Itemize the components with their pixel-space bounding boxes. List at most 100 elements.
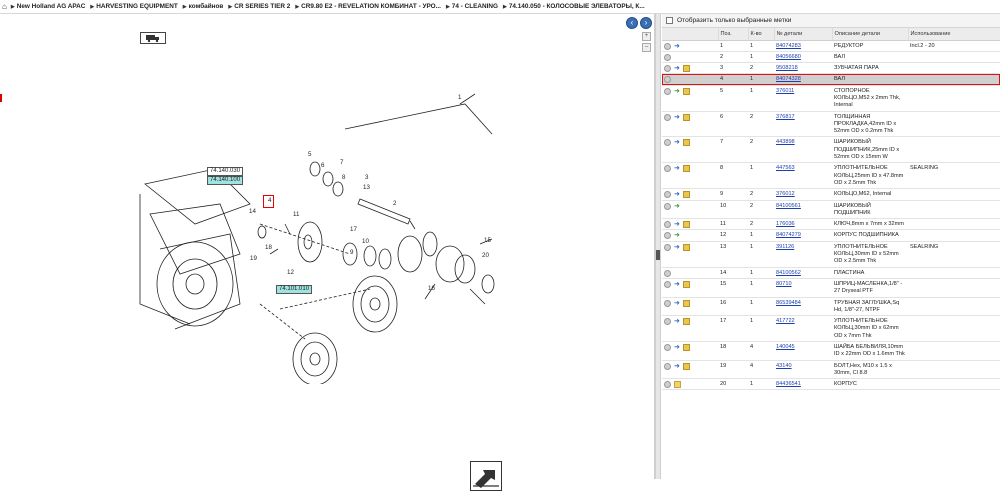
- cart-icon[interactable]: ➜: [674, 191, 680, 198]
- add-to-list-icon[interactable]: [664, 53, 671, 61]
- row-part-number-text[interactable]: 84436541: [776, 381, 801, 387]
- add-to-list-icon[interactable]: [664, 269, 671, 277]
- cart-icon[interactable]: ➜: [674, 318, 680, 325]
- part-label[interactable]: 12: [287, 269, 294, 276]
- add-to-list-icon[interactable]: [664, 362, 671, 370]
- part-label[interactable]: 4: [268, 197, 271, 204]
- callout-74-101-010[interactable]: 74.101.010: [276, 285, 313, 294]
- row-part-number-text[interactable]: 84100561: [776, 203, 801, 209]
- table-row[interactable]: ➜ 15 1 80710 ШПРИЦ-МАСЛЕНКА,1/8" - 27 Drysea…: [662, 278, 1000, 298]
- part-label[interactable]: 11: [293, 211, 299, 218]
- row-part-number[interactable]: 447563: [774, 162, 832, 190]
- row-part-number[interactable]: 80710: [774, 278, 832, 298]
- add-to-list-icon[interactable]: [664, 381, 671, 389]
- vehicle-info-button[interactable]: [140, 32, 166, 44]
- table-row[interactable]: ➜ 16 1 86539484 ТРУБНАЯ ЗАГЛУШКА,Sq Hd, 1/8"…: [662, 297, 1000, 317]
- add-to-list-icon[interactable]: [664, 139, 671, 147]
- table-row[interactable]: ➜ 12 1 84074279 КОРПУС ПОДШИПНИКА: [662, 229, 1000, 242]
- row-part-number[interactable]: 84436541: [774, 378, 832, 391]
- next-diagram-button[interactable]: [470, 461, 502, 491]
- part-label[interactable]: 13: [363, 184, 370, 191]
- part-label[interactable]: 5: [308, 151, 311, 158]
- breadcrumb-item[interactable]: ▶ New Holland AG APAC: [11, 3, 86, 10]
- package-icon[interactable]: [682, 362, 690, 370]
- folder-icon[interactable]: [674, 381, 681, 389]
- package-icon[interactable]: [682, 299, 690, 307]
- diagram-pane[interactable]: ‹ › + – 74.140.030 74.140.100 74.101.010…: [0, 14, 655, 491]
- breadcrumb-item[interactable]: ▶ 74.140.050 - КОЛОСОВЫЕ ЭЛЕВАТОРЫ, К...: [503, 3, 645, 10]
- row-part-number[interactable]: 9508218: [774, 62, 832, 75]
- row-part-number-text[interactable]: 443898: [776, 139, 795, 145]
- table-row[interactable]: 2 1 84056680 ВАЛ: [662, 51, 1000, 64]
- row-part-number[interactable]: 376012: [774, 188, 832, 201]
- row-part-number-text[interactable]: 176036: [776, 221, 795, 227]
- table-row[interactable]: ➜ 3 2 9508218 ЗУБЧАТАЯ ПАРА: [662, 62, 1000, 75]
- zoom-in-button[interactable]: +: [642, 32, 651, 41]
- breadcrumb-item[interactable]: ▶ 74 - CLEANING: [446, 3, 498, 10]
- part-label[interactable]: 20: [482, 252, 489, 259]
- package-icon[interactable]: [682, 243, 690, 251]
- header-description[interactable]: Описание детали: [832, 28, 909, 41]
- part-label[interactable]: 19: [250, 255, 257, 262]
- add-to-list-icon[interactable]: [664, 243, 671, 251]
- table-row[interactable]: 4 1 84074328 ВАЛ: [662, 73, 1000, 86]
- part-label[interactable]: 14: [249, 208, 256, 215]
- row-part-number-text[interactable]: 9508218: [776, 65, 798, 71]
- cart-icon[interactable]: ➜: [674, 139, 680, 146]
- collapse-arrow-icon[interactable]: [656, 250, 660, 260]
- table-row[interactable]: ➜ 5 1 376011 СТОПОРНОЕ КОЛЬЦО,M52 x 2mm Thk,…: [662, 85, 1000, 112]
- next-page-button[interactable]: ›: [640, 17, 652, 29]
- row-part-number[interactable]: 391126: [774, 241, 832, 268]
- part-label[interactable]: 3: [365, 174, 368, 181]
- package-icon[interactable]: [682, 221, 690, 229]
- table-row[interactable]: ➜ 17 1 417722 УПЛОТНИТЕЛЬНОЕ КОЛЬЦ,30mm ID x…: [662, 315, 1000, 342]
- row-part-number[interactable]: 140045: [774, 341, 832, 361]
- add-to-list-icon[interactable]: [664, 232, 671, 240]
- row-part-number[interactable]: 84056680: [774, 51, 832, 64]
- add-to-list-icon[interactable]: [664, 87, 671, 95]
- row-part-number-text[interactable]: 140045: [776, 344, 795, 350]
- part-label[interactable]: 16: [428, 285, 435, 292]
- row-part-number[interactable]: 84074283: [774, 40, 832, 52]
- cart-icon[interactable]: ➜: [674, 300, 680, 307]
- callout-74-140-030[interactable]: 74.140.030: [207, 167, 244, 176]
- package-icon[interactable]: [682, 344, 690, 351]
- header-pos[interactable]: Поз.: [718, 28, 749, 41]
- table-row[interactable]: ➜ 13 1 391126 УПЛОТНИТЕЛЬНОЕ КОЛЬЦ,30mm ID x…: [662, 241, 1000, 268]
- add-to-list-icon[interactable]: [664, 202, 671, 210]
- package-icon[interactable]: [682, 65, 690, 73]
- show-selected-only-checkbox[interactable]: [666, 17, 673, 24]
- package-icon[interactable]: [682, 191, 690, 199]
- breadcrumb-item[interactable]: ▶ CR9.80 E2 - REVELATION КОМБИНАТ - УРО..…: [295, 3, 441, 10]
- part-label[interactable]: 17: [350, 226, 357, 233]
- row-part-number-text[interactable]: 84100562: [776, 270, 801, 276]
- table-row[interactable]: ➜ 9 2 376012 КОЛЬЦО,M62, Internal: [662, 188, 1000, 201]
- add-to-list-icon[interactable]: [664, 299, 671, 307]
- cart-available-icon[interactable]: ➜: [674, 88, 680, 95]
- table-row[interactable]: 14 1 84100562 ПЛАСТИНА: [662, 267, 1000, 279]
- row-part-number-text[interactable]: 84074328: [776, 76, 801, 82]
- header-part-number[interactable]: № детали: [774, 28, 833, 41]
- cart-icon[interactable]: ➜: [674, 221, 680, 228]
- row-part-number-text[interactable]: 86539484: [776, 300, 801, 306]
- add-to-list-icon[interactable]: [664, 76, 671, 84]
- cart-icon[interactable]: ➜: [674, 344, 680, 351]
- package-icon[interactable]: [682, 87, 690, 95]
- package-icon[interactable]: [682, 165, 690, 173]
- table-row[interactable]: ➜ 18 4 140045 ШАЙБА БЕЛЬВИЛЯ,10mm ID x 22mm …: [662, 341, 1000, 361]
- row-part-number-text[interactable]: 391126: [776, 244, 794, 250]
- add-to-list-icon[interactable]: [664, 318, 671, 326]
- row-part-number[interactable]: 84074328: [774, 73, 832, 86]
- row-part-number[interactable]: 376817: [774, 111, 832, 138]
- table-row[interactable]: 20 1 84436541 КОРПУС: [662, 378, 1000, 391]
- row-part-number[interactable]: 443898: [774, 136, 832, 164]
- cart-icon[interactable]: ➜: [674, 165, 680, 172]
- row-part-number-text[interactable]: 43140: [776, 363, 792, 369]
- table-row[interactable]: ➜ 1 1 84074283 РЕДУКТОР Incl.2 - 20: [662, 40, 1000, 52]
- pane-splitter[interactable]: [655, 14, 661, 479]
- package-icon[interactable]: [682, 280, 690, 288]
- part-label[interactable]: 7: [340, 159, 343, 166]
- add-to-list-icon[interactable]: [664, 65, 671, 73]
- breadcrumb-item[interactable]: ▶ комбайнов: [183, 3, 224, 10]
- add-to-list-icon[interactable]: [664, 280, 671, 288]
